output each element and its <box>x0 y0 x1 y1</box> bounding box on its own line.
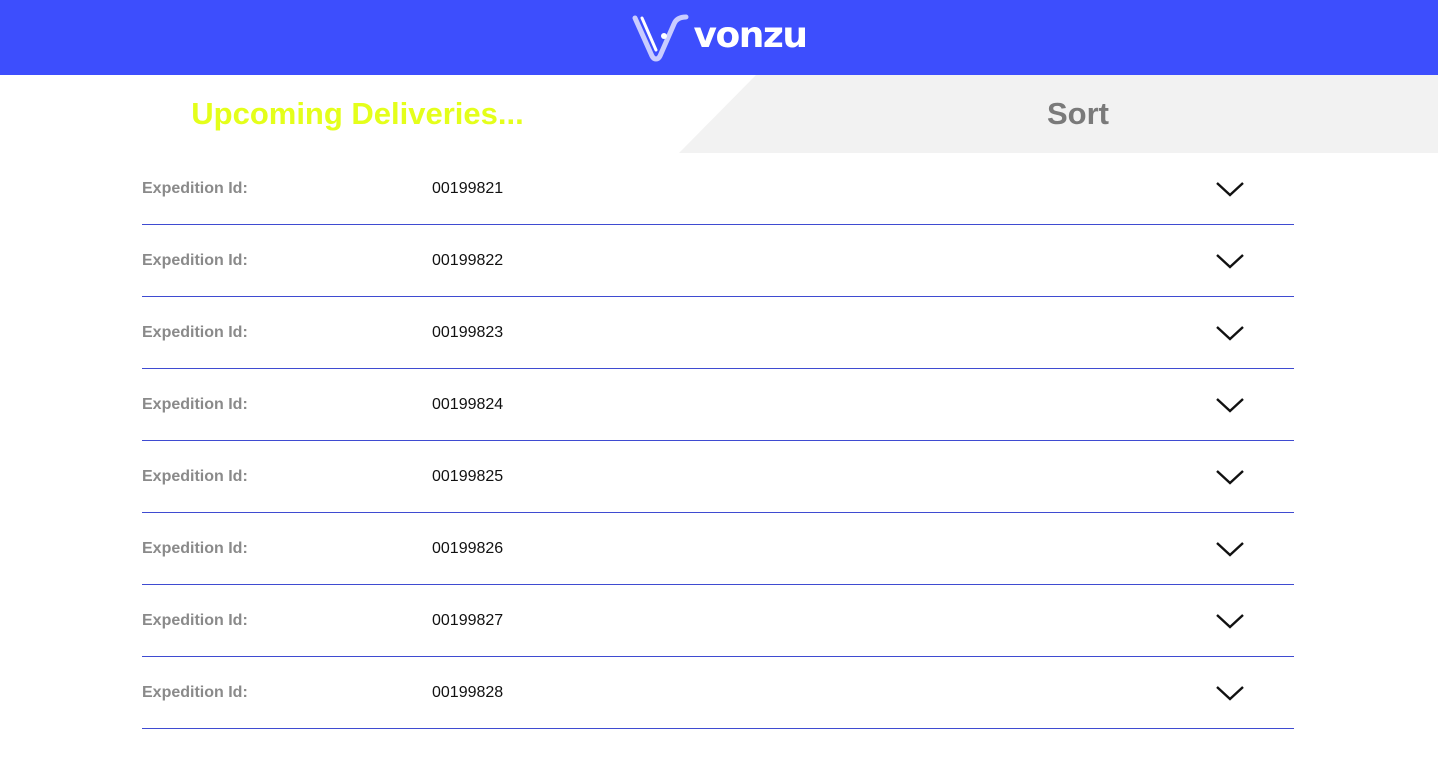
vonzu-v-logo-icon <box>632 14 689 61</box>
expedition-id-value: 00199824 <box>432 396 504 413</box>
expedition-list: Expedition Id: 00199821 Expedition Id: 0… <box>142 153 1294 729</box>
chevron-down-icon[interactable] <box>1215 540 1245 558</box>
brand-name: vonzu <box>693 15 808 56</box>
expedition-id-value: 00199825 <box>432 468 504 485</box>
chevron-down-icon[interactable] <box>1215 396 1245 414</box>
expedition-id-label: Expedition Id: <box>142 540 248 557</box>
tab-upcoming-deliveries[interactable]: Upcoming Deliveries... <box>0 75 715 153</box>
expedition-row[interactable]: Expedition Id: 00199824 <box>142 369 1294 441</box>
tab-bar: Upcoming Deliveries... Sort <box>0 75 1438 153</box>
chevron-down-icon[interactable] <box>1215 324 1245 342</box>
expedition-id-value: 00199828 <box>432 684 504 701</box>
expedition-id-label: Expedition Id: <box>142 468 248 485</box>
expedition-id-label: Expedition Id: <box>142 252 248 269</box>
app-header: vonzu <box>0 0 1438 75</box>
chevron-down-icon[interactable] <box>1215 684 1245 702</box>
expedition-row[interactable]: Expedition Id: 00199822 <box>142 225 1294 297</box>
expedition-id-label: Expedition Id: <box>142 396 248 413</box>
expedition-row[interactable]: Expedition Id: 00199821 <box>142 153 1294 225</box>
expedition-row[interactable]: Expedition Id: 00199828 <box>142 657 1294 729</box>
expedition-id-value: 00199821 <box>432 180 504 197</box>
chevron-down-icon[interactable] <box>1215 468 1245 486</box>
chevron-down-icon[interactable] <box>1215 612 1245 630</box>
expedition-id-label: Expedition Id: <box>142 684 248 701</box>
expedition-id-value: 00199823 <box>432 324 504 341</box>
expedition-row[interactable]: Expedition Id: 00199823 <box>142 297 1294 369</box>
tab-upcoming-label: Upcoming Deliveries... <box>191 96 524 131</box>
expedition-id-label: Expedition Id: <box>142 612 248 629</box>
expedition-id-label: Expedition Id: <box>142 324 248 341</box>
tab-sort-label: Sort <box>1047 96 1109 131</box>
vonzu-logo[interactable]: vonzu <box>630 12 808 64</box>
expedition-id-value: 00199827 <box>432 612 504 629</box>
expedition-row[interactable]: Expedition Id: 00199826 <box>142 513 1294 585</box>
chevron-down-icon[interactable] <box>1215 252 1245 270</box>
expedition-id-value: 00199826 <box>432 540 504 557</box>
expedition-id-value: 00199822 <box>432 252 504 269</box>
chevron-down-icon[interactable] <box>1215 180 1245 198</box>
expedition-row[interactable]: Expedition Id: 00199827 <box>142 585 1294 657</box>
expedition-row[interactable]: Expedition Id: 00199825 <box>142 441 1294 513</box>
expedition-id-label: Expedition Id: <box>142 180 248 197</box>
tab-sort[interactable]: Sort <box>760 75 1396 153</box>
